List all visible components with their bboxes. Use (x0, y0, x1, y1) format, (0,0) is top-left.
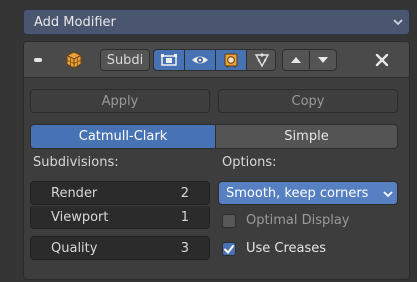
add-modifier-dropdown[interactable]: Add Modifier (23, 9, 410, 35)
remove-modifier-button[interactable] (371, 50, 393, 70)
move-up-button[interactable] (283, 50, 310, 70)
move-buttons-group (282, 49, 337, 71)
chevron-down-icon (383, 190, 393, 198)
catmull-clark-option[interactable]: Catmull-Clark (31, 125, 215, 148)
uv-smooth-dropdown[interactable]: Smooth, keep corners (218, 181, 398, 205)
on-cage-toggle[interactable] (247, 50, 275, 70)
checkmark-icon (222, 242, 236, 256)
chevron-up-icon (291, 57, 301, 63)
close-icon (375, 53, 389, 67)
viewport-label: Viewport (51, 210, 109, 225)
simple-label: Simple (284, 129, 329, 144)
viewport-value: 1 (180, 210, 189, 225)
apply-button[interactable]: Apply (30, 89, 210, 113)
subdivision-algorithm-toggle: Catmull-Clark Simple (30, 124, 398, 149)
simple-option[interactable]: Simple (215, 125, 397, 148)
chevron-down-icon (393, 18, 403, 26)
copy-label: Copy (291, 93, 325, 109)
apply-label: Apply (101, 93, 139, 109)
render-levels-field[interactable]: Render 2 (30, 181, 210, 205)
quality-value: 3 (180, 241, 189, 256)
render-label: Render (51, 186, 98, 201)
quality-field[interactable]: Quality 3 (30, 236, 210, 260)
move-down-button[interactable] (310, 50, 336, 70)
modifier-name-field[interactable]: Subdi (100, 49, 150, 71)
viewport-levels-field[interactable]: Viewport 1 (30, 205, 210, 229)
options-heading: Options: (222, 155, 277, 170)
copy-button[interactable]: Copy (218, 89, 398, 113)
viewport-display-toggle[interactable] (185, 50, 216, 70)
render-toggle[interactable] (216, 50, 247, 70)
chevron-down-icon (318, 57, 328, 63)
quality-label: Quality (51, 241, 98, 256)
render-value: 2 (180, 186, 189, 201)
use-creases-label: Use Creases (246, 241, 327, 256)
edit-mode-cage-toggle[interactable] (154, 50, 185, 70)
eye-icon (192, 56, 208, 64)
uv-smooth-value: Smooth, keep corners (226, 186, 369, 201)
subdivisions-heading: Subdivisions: (33, 155, 119, 170)
catmull-clark-label: Catmull-Clark (78, 129, 168, 144)
edit-mode-icon (161, 54, 177, 66)
on-cage-icon (254, 53, 270, 68)
modifier-name-value: Subdi (106, 52, 144, 68)
checkbox-unchecked-icon (222, 214, 236, 228)
visibility-toggle-group (153, 49, 276, 71)
use-creases-checkbox[interactable]: Use Creases (222, 240, 402, 260)
camera-render-icon (224, 53, 238, 68)
subdivision-modifier-icon (64, 50, 84, 70)
collapse-icon[interactable] (33, 57, 43, 63)
optimal-display-label: Optimal Display (246, 213, 350, 228)
add-modifier-label: Add Modifier (34, 15, 116, 30)
optimal-display-checkbox[interactable]: Optimal Display (222, 212, 402, 232)
